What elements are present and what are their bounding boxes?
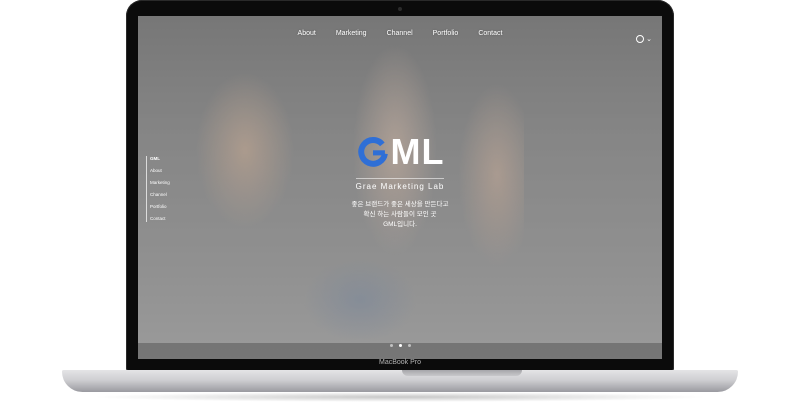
logo-wordmark: ML [390,131,445,172]
laptop-shadow [90,392,710,402]
top-navigation: About Marketing Channel Portfolio Contac… [138,30,662,37]
laptop-notch [402,370,522,376]
slider-pagination [138,344,662,347]
slider-dot[interactable] [389,344,393,347]
nav-item-portfolio[interactable]: Portfolio [433,30,459,37]
nav-item-marketing[interactable]: Marketing [336,30,367,37]
camera-icon [398,7,402,11]
chevron-down-icon: ⌄ [646,36,652,43]
hero-copy-line: GML입니다. [383,221,417,228]
hero-copy-line: 좋은 브랜드가 좋은 세상을 만든다고 [351,201,449,208]
nav-item-contact[interactable]: Contact [478,30,502,37]
logo-g-mark-icon [357,137,388,167]
hero-copy-line: 확신 하는 사람들이 모인 곳 [363,211,437,218]
nav-item-channel[interactable]: Channel [387,30,413,37]
globe-icon [636,35,645,43]
hero-tagline: Grae Marketing Lab [355,178,445,191]
slider-dot[interactable] [407,344,411,347]
nav-item-about[interactable]: About [298,30,316,37]
device-model-label: MacBook Pro [378,359,422,366]
slider-dot-active[interactable] [398,344,402,347]
hero-copy: 좋은 브랜드가 좋은 세상을 만든다고 확신 하는 사람들이 모인 곳 GML입… [138,200,662,230]
laptop-screen: About Marketing Channel Portfolio Contac… [138,16,662,359]
laptop-base [62,370,738,392]
language-selector[interactable]: ⌄ [636,35,652,43]
gml-logo: ML [356,134,445,170]
hero-brand: ML Grae Marketing Lab 좋은 브랜드가 좋은 세상을 만든다… [138,134,662,230]
